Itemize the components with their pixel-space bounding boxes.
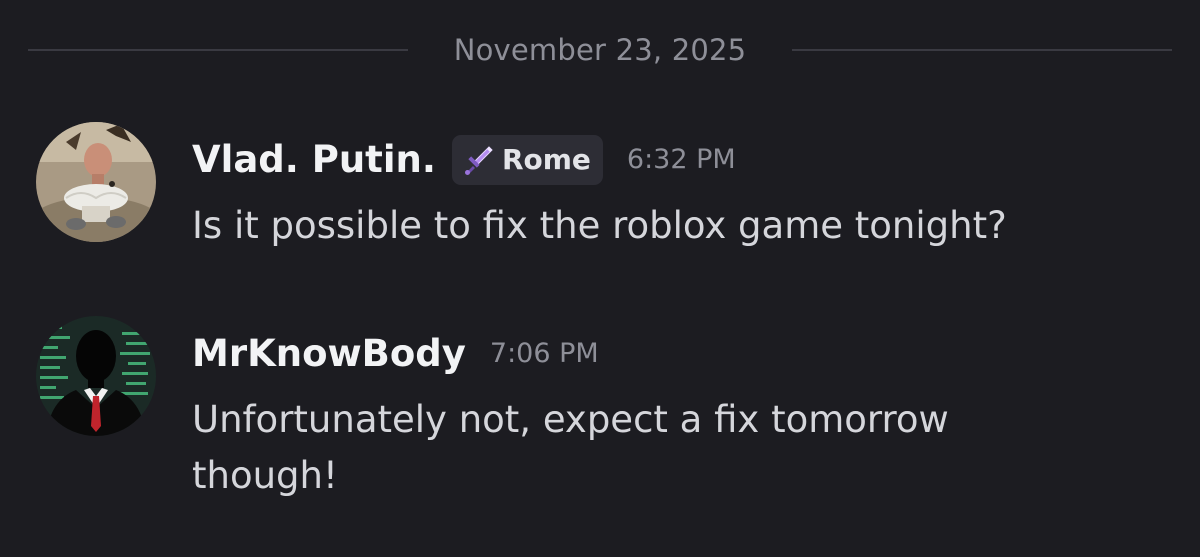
message-content: Is it possible to fix the roblox game to… (192, 204, 1007, 247)
avatar[interactable] (36, 316, 156, 436)
date-divider: November 23, 2025 (28, 30, 1172, 70)
server-tag-label: Rome (501, 143, 591, 176)
username[interactable]: MrKnowBody (192, 328, 466, 380)
message-header: MrKnowBody 7:06 PM (192, 328, 599, 380)
divider-line-right (792, 49, 1172, 51)
server-tag[interactable]: Rome (451, 135, 603, 185)
avatar[interactable] (36, 122, 156, 242)
user-avatar-photo (36, 122, 156, 242)
message-header: Vlad. Putin. Rome 6:32 PM (192, 134, 736, 186)
username[interactable]: Vlad. Putin. (192, 134, 436, 186)
message-content: Unfortunately not, expect a fix tomorrow… (192, 398, 949, 497)
timestamp[interactable]: 6:32 PM (627, 134, 736, 186)
timestamp[interactable]: 7:06 PM (490, 328, 599, 380)
sword-icon (464, 146, 493, 175)
anonymous-suit-avatar (36, 316, 156, 436)
